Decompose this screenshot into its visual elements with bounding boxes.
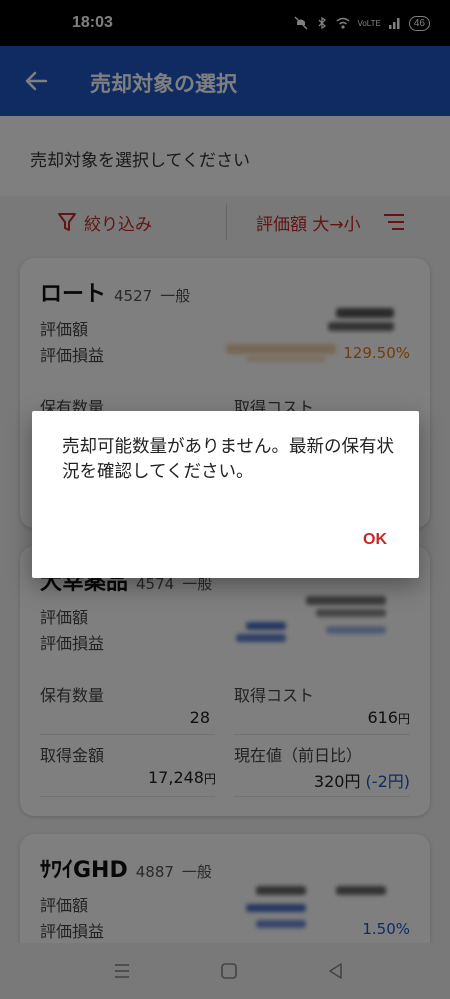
dialog-message: 売却可能数量がありません。最新の保有状況を確認してください。 — [62, 437, 394, 482]
ok-button[interactable]: OK — [363, 531, 387, 549]
alert-dialog: 売却可能数量がありません。最新の保有状況を確認してください。 OK — [32, 411, 419, 578]
